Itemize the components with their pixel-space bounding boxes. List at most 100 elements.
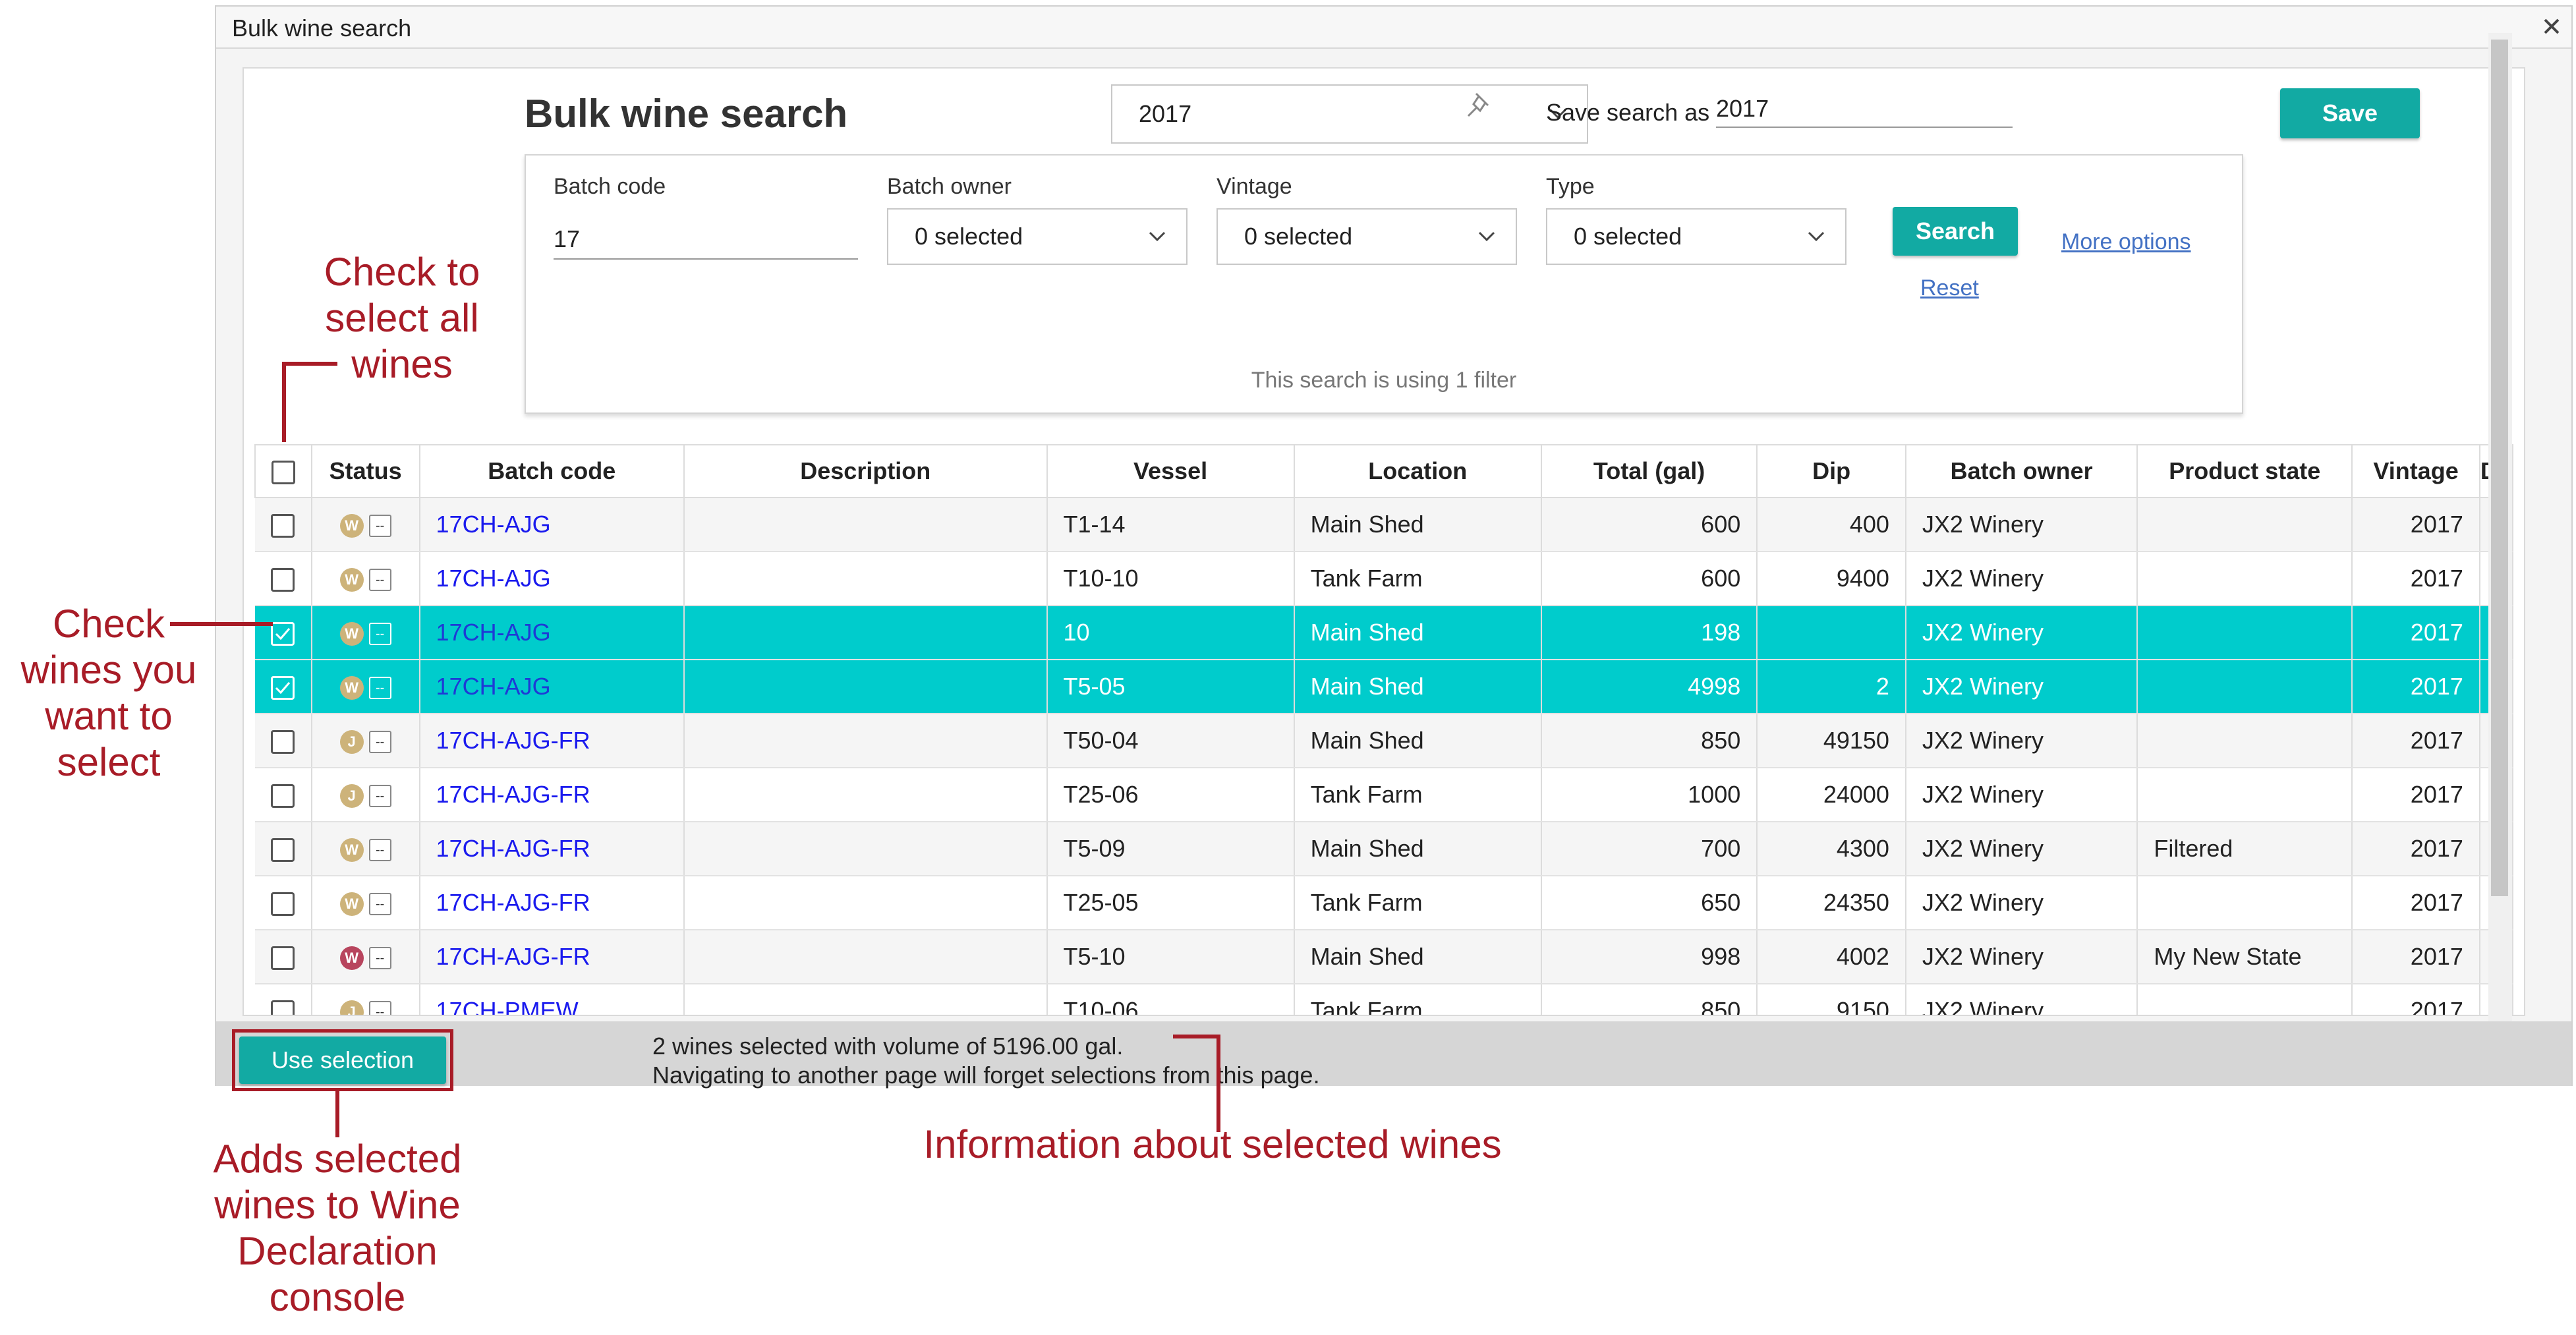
- column-header[interactable]: Batch owner: [1904, 444, 2138, 498]
- status-menu-button[interactable]: --: [368, 839, 391, 862]
- batch-code-link[interactable]: 17CH-AJG-FR: [436, 781, 590, 808]
- status-cell: W --: [311, 660, 420, 714]
- product-state-cell: My New State: [2137, 930, 2353, 984]
- select-cell: [255, 984, 312, 1015]
- row-checkbox[interactable]: [271, 946, 295, 971]
- row-checkbox[interactable]: [271, 784, 295, 809]
- saved-search-select[interactable]: 2017: [1111, 84, 1588, 144]
- dip-cell: 9150: [1757, 984, 1906, 1015]
- table-row[interactable]: J -- 17CH-AJG-FR T50-04 Main Shed 850 49150 JX2…: [255, 714, 2513, 768]
- status-badge[interactable]: J: [339, 730, 364, 754]
- row-checkbox[interactable]: [271, 676, 295, 700]
- batch-code-link[interactable]: 17CH-AJG-FR: [436, 889, 590, 916]
- row-checkbox[interactable]: [271, 1000, 295, 1015]
- column-header[interactable]: Vintage: [2351, 444, 2480, 498]
- vintage-value: 0 selected: [1244, 223, 1353, 250]
- status-badge[interactable]: W: [339, 676, 364, 700]
- batch-code-link[interactable]: 17CH-AJG-FR: [436, 835, 590, 862]
- status-badge[interactable]: W: [339, 514, 364, 538]
- total-cell: 650: [1541, 876, 1758, 930]
- row-checkbox[interactable]: [271, 730, 295, 754]
- pin-icon[interactable]: [1463, 88, 1496, 121]
- batch-owner-select[interactable]: 0 selected: [887, 208, 1188, 265]
- status-cell: J --: [311, 714, 420, 768]
- table-row[interactable]: W -- 17CH-AJG-FR T5-09 Main Shed 700 4300 JX2 W…: [255, 822, 2513, 876]
- column-header[interactable]: Vessel: [1046, 444, 1295, 498]
- chevron-down-icon: [1808, 231, 1825, 242]
- vintage-select[interactable]: 0 selected: [1216, 208, 1517, 265]
- status-menu-button[interactable]: --: [368, 731, 391, 754]
- table-row[interactable]: W -- 17CH-AJG 10 Main Shed 198 JX2 Winery 2017: [255, 606, 2513, 660]
- reset-link[interactable]: Reset: [1920, 275, 1979, 301]
- column-header[interactable]: Product state: [2136, 444, 2353, 498]
- status-badge[interactable]: J: [339, 1000, 364, 1015]
- annotation-line: [1216, 1035, 1220, 1132]
- close-icon[interactable]: [2538, 13, 2565, 40]
- column-header[interactable]: Location: [1293, 444, 1542, 498]
- search-panel: Bulk wine search 2017 Save search as 201…: [243, 67, 2525, 1016]
- more-options-link[interactable]: More options: [2061, 229, 2191, 255]
- batch-code-cell: 17CH-AJG-FR: [419, 876, 685, 930]
- row-checkbox[interactable]: [271, 568, 295, 592]
- status-badge[interactable]: W: [339, 892, 364, 917]
- vintage-label: Vintage: [1216, 174, 1292, 199]
- row-checkbox[interactable]: [271, 514, 295, 538]
- save-search-name-input[interactable]: 2017: [1716, 95, 2013, 128]
- vessel-cell: T25-06: [1046, 768, 1295, 822]
- status-menu-button[interactable]: --: [368, 623, 391, 646]
- batch-code-input[interactable]: 17: [554, 219, 858, 260]
- use-selection-button[interactable]: Use selection: [239, 1037, 446, 1084]
- select-cell: [255, 822, 312, 876]
- annotation-adds-selected: Adds selected wines to Wine Declaration …: [213, 1137, 462, 1319]
- table-row[interactable]: J -- 17CH-PMEW T10-06 Tank Farm 850 9150 JX2 Wi…: [255, 984, 2513, 1015]
- status-badge[interactable]: W: [339, 568, 364, 592]
- use-selection-highlight: Use selection: [232, 1029, 453, 1091]
- table-row[interactable]: W -- 17CH-AJG-FR T5-10 Main Shed 998 4002 JX2 W…: [255, 930, 2513, 984]
- select-cell: [255, 714, 312, 768]
- table-row[interactable]: J -- 17CH-AJG-FR T25-06 Tank Farm 1000 24000 JX…: [255, 768, 2513, 822]
- status-menu-button[interactable]: --: [368, 1001, 391, 1015]
- search-button[interactable]: Search: [1893, 207, 2018, 256]
- batch-code-link[interactable]: 17CH-AJG-FR: [436, 943, 590, 970]
- table-row[interactable]: W -- 17CH-AJG T10-10 Tank Farm 600 9400 JX2 Win…: [255, 552, 2513, 606]
- column-header[interactable]: Batch code: [418, 444, 685, 498]
- status-menu-button[interactable]: --: [368, 785, 391, 808]
- batch-code-link[interactable]: 17CH-AJG: [436, 511, 551, 538]
- batch-code-link[interactable]: 17CH-AJG: [436, 673, 551, 700]
- column-header[interactable]: Status: [310, 444, 420, 498]
- status-badge[interactable]: W: [339, 946, 364, 971]
- table-row[interactable]: W -- 17CH-AJG T1-14 Main Shed 600 400 JX2 Winer…: [255, 497, 2513, 552]
- vessel-cell: T5-10: [1046, 930, 1295, 984]
- batch-code-link[interactable]: 17CH-AJG: [436, 565, 551, 592]
- row-checkbox[interactable]: [271, 838, 295, 863]
- status-menu-button[interactable]: --: [368, 947, 391, 970]
- vintage-cell: 2017: [2352, 606, 2480, 660]
- table-scrollbar[interactable]: [2488, 33, 2512, 1021]
- row-checkbox[interactable]: [271, 622, 295, 646]
- status-cell: W --: [311, 497, 420, 552]
- scrollbar-thumb[interactable]: [2491, 40, 2508, 896]
- status-menu-button[interactable]: --: [368, 893, 391, 916]
- batch-owner-cell: JX2 Winery: [1905, 606, 2138, 660]
- column-header[interactable]: Dip: [1756, 444, 1906, 498]
- status-menu-button[interactable]: --: [368, 515, 391, 538]
- row-checkbox[interactable]: [271, 892, 295, 917]
- description-cell: [684, 714, 1048, 768]
- column-header[interactable]: Total (gal): [1540, 444, 1758, 498]
- select-all-checkbox[interactable]: [271, 461, 295, 485]
- type-select[interactable]: 0 selected: [1546, 208, 1846, 265]
- status-menu-button[interactable]: --: [368, 677, 391, 700]
- save-button[interactable]: Save: [2280, 88, 2420, 138]
- status-badge[interactable]: W: [339, 622, 364, 646]
- table-row[interactable]: W -- 17CH-AJG-FR T25-05 Tank Farm 650 24350 JX2…: [255, 876, 2513, 930]
- batch-code-link[interactable]: 17CH-PMEW: [436, 997, 579, 1015]
- table-row[interactable]: W -- 17CH-AJG T5-05 Main Shed 4998 2 JX2 Winery…: [255, 660, 2513, 714]
- status-badge[interactable]: W: [339, 838, 364, 863]
- select-cell: [255, 876, 312, 930]
- status-menu-button[interactable]: --: [368, 569, 391, 592]
- batch-code-link[interactable]: 17CH-AJG: [436, 619, 551, 646]
- batch-code-link[interactable]: 17CH-AJG-FR: [436, 727, 590, 754]
- column-header[interactable]: Description: [683, 444, 1048, 498]
- location-cell: Main Shed: [1294, 930, 1542, 984]
- status-badge[interactable]: J: [339, 784, 364, 809]
